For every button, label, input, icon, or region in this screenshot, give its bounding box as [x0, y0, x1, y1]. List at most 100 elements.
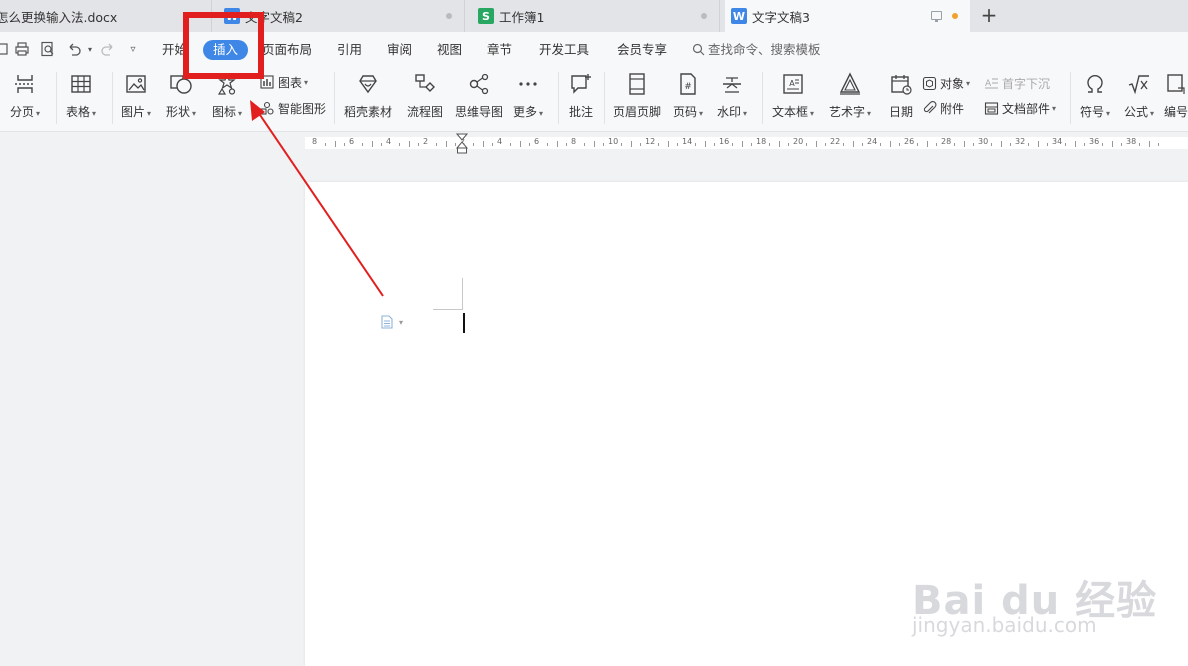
- command-search[interactable]: 查找命令、搜索模板: [692, 40, 821, 60]
- smart-graphic-button[interactable]: 智能图形: [259, 99, 326, 117]
- undo-dropdown-icon[interactable]: ▾: [82, 41, 98, 57]
- numbering-label: 编号: [1164, 105, 1188, 119]
- paragraph-layout-button[interactable]: ▾: [380, 315, 406, 329]
- date-button[interactable]: 日期: [887, 70, 915, 120]
- more-button[interactable]: 更多 ▾: [513, 70, 543, 120]
- ribbon-divider: [112, 72, 113, 124]
- docer-material-button[interactable]: 稻壳素材: [344, 70, 392, 120]
- ruler-tick: [519, 141, 521, 147]
- print-preview-icon[interactable]: [40, 41, 56, 57]
- ruler-tick: [630, 141, 632, 147]
- menu-review[interactable]: 审阅: [387, 40, 412, 60]
- more-icon: [514, 70, 542, 98]
- ruler-tick: [1148, 141, 1150, 147]
- menu-page-layout[interactable]: 页面布局: [262, 40, 312, 60]
- ruler-tick: [852, 141, 854, 147]
- smart-graphic-label: 智能图形: [278, 101, 327, 116]
- formula-button[interactable]: 公式 ▾: [1124, 70, 1154, 120]
- table-button[interactable]: 表格 ▾: [66, 70, 96, 120]
- ruler-tick: [1074, 141, 1076, 147]
- ruler-label: 4: [497, 137, 503, 146]
- customize-toolbar-icon[interactable]: ▿: [125, 41, 141, 57]
- chart-button[interactable]: 图表 ▾: [259, 73, 308, 91]
- menu-member[interactable]: 会员专享: [617, 40, 667, 60]
- ribbon-divider: [56, 72, 57, 124]
- menu-view[interactable]: 视图: [437, 40, 462, 60]
- mindmap-icon: [465, 70, 493, 98]
- numbering-icon: [1164, 70, 1188, 98]
- ruler-tick: [445, 141, 447, 147]
- ruler-tick: [621, 143, 623, 146]
- ruler-tick: [380, 143, 382, 146]
- ruler-tick: [963, 141, 965, 147]
- picture-button[interactable]: 图片 ▾: [121, 70, 151, 120]
- svg-text:#: #: [684, 82, 692, 92]
- picture-label: 图片: [121, 105, 146, 119]
- textbox-button[interactable]: A 文本框 ▾: [772, 70, 814, 120]
- mindmap-button[interactable]: 思维导图: [455, 70, 503, 120]
- tab-bar: 怎么更换输入法.docx W 文字文稿2 S 工作簿1 W 文字文稿3 +: [0, 0, 1188, 32]
- watermark-button[interactable]: 水印 ▾: [717, 70, 747, 120]
- menu-references[interactable]: 引用: [337, 40, 362, 60]
- undo-icon[interactable]: [66, 41, 82, 57]
- ruler-label: 2: [423, 137, 429, 146]
- symbol-button[interactable]: 符号 ▾: [1080, 70, 1110, 120]
- ruler-tick: [334, 141, 336, 147]
- print-icon[interactable]: [14, 41, 30, 57]
- wordart-icon: [836, 70, 864, 98]
- header-footer-button[interactable]: 页眉页脚: [613, 70, 661, 120]
- unsaved-dot-icon[interactable]: [952, 13, 958, 19]
- wordart-button[interactable]: 艺术字 ▾: [829, 70, 871, 120]
- ruler-tick: [861, 143, 863, 146]
- tab-document-3[interactable]: W 文字文稿3: [725, 0, 970, 32]
- tab-workbook-1[interactable]: S 工作簿1: [472, 0, 720, 32]
- ruler-label: 32: [1015, 137, 1026, 146]
- ruler-tick: [473, 143, 475, 146]
- margin-corner-mark: [433, 309, 463, 310]
- menu-developer-tools[interactable]: 开发工具: [539, 40, 589, 60]
- ruler-tick: [889, 141, 891, 147]
- numbering-button[interactable]: 编号: [1164, 70, 1188, 120]
- open-icon[interactable]: [0, 41, 10, 57]
- highlight-box: [183, 12, 264, 79]
- ruler-tick: [806, 143, 808, 146]
- table-label: 表格: [66, 105, 91, 119]
- new-tab-button[interactable]: +: [978, 3, 1000, 27]
- page-number-icon: #: [674, 70, 702, 98]
- ruler-tick: [1157, 143, 1159, 146]
- ruler-tick: [658, 143, 660, 146]
- page-break-icon: [11, 70, 39, 98]
- tab-close-dot-icon[interactable]: [701, 13, 707, 19]
- baidu-watermark-url: jingyan.baidu.com: [912, 613, 1097, 637]
- page-number-button[interactable]: # 页码 ▾: [673, 70, 703, 120]
- monitor-icon[interactable]: [931, 11, 942, 22]
- tab-document-1[interactable]: 怎么更换输入法.docx: [0, 0, 212, 32]
- object-button[interactable]: 对象 ▾: [921, 74, 970, 92]
- ruler-tick: [824, 143, 826, 146]
- object-label: 对象: [940, 76, 965, 91]
- document-parts-button[interactable]: 文档部件 ▾: [983, 99, 1056, 117]
- ruler-label: 18: [756, 137, 767, 146]
- tab-title: 怎么更换输入法.docx: [0, 9, 118, 25]
- indent-marker-icon[interactable]: [456, 133, 468, 155]
- ruler-label: 14: [682, 137, 693, 146]
- ruler-tick: [325, 143, 327, 146]
- redo-icon[interactable]: [100, 41, 116, 57]
- ruler-tick: [750, 143, 752, 146]
- symbol-label: 符号: [1080, 105, 1105, 119]
- drop-cap-button[interactable]: A 首字下沉: [983, 74, 1050, 92]
- spreadsheet-icon: S: [478, 8, 494, 24]
- flowchart-icon: [411, 70, 439, 98]
- menu-section[interactable]: 章节: [487, 40, 512, 60]
- ruler-tick: [843, 143, 845, 146]
- watermark-label: 水印: [717, 105, 742, 119]
- flowchart-button[interactable]: 流程图: [407, 70, 443, 120]
- comment-button[interactable]: 批注: [567, 70, 595, 120]
- tab-close-dot-icon[interactable]: [446, 13, 452, 19]
- formula-icon: [1125, 70, 1153, 98]
- ruler-tick: [528, 143, 530, 146]
- horizontal-ruler[interactable]: 8 6 4 2 2 4 6 8 10 12 14 16 18 20 22 24 26 28 30 32 34 36 38: [0, 133, 1188, 155]
- page-break-button[interactable]: 分页 ▾: [10, 70, 40, 120]
- attachment-button[interactable]: 附件: [921, 99, 964, 117]
- ruler-tick: [991, 143, 993, 146]
